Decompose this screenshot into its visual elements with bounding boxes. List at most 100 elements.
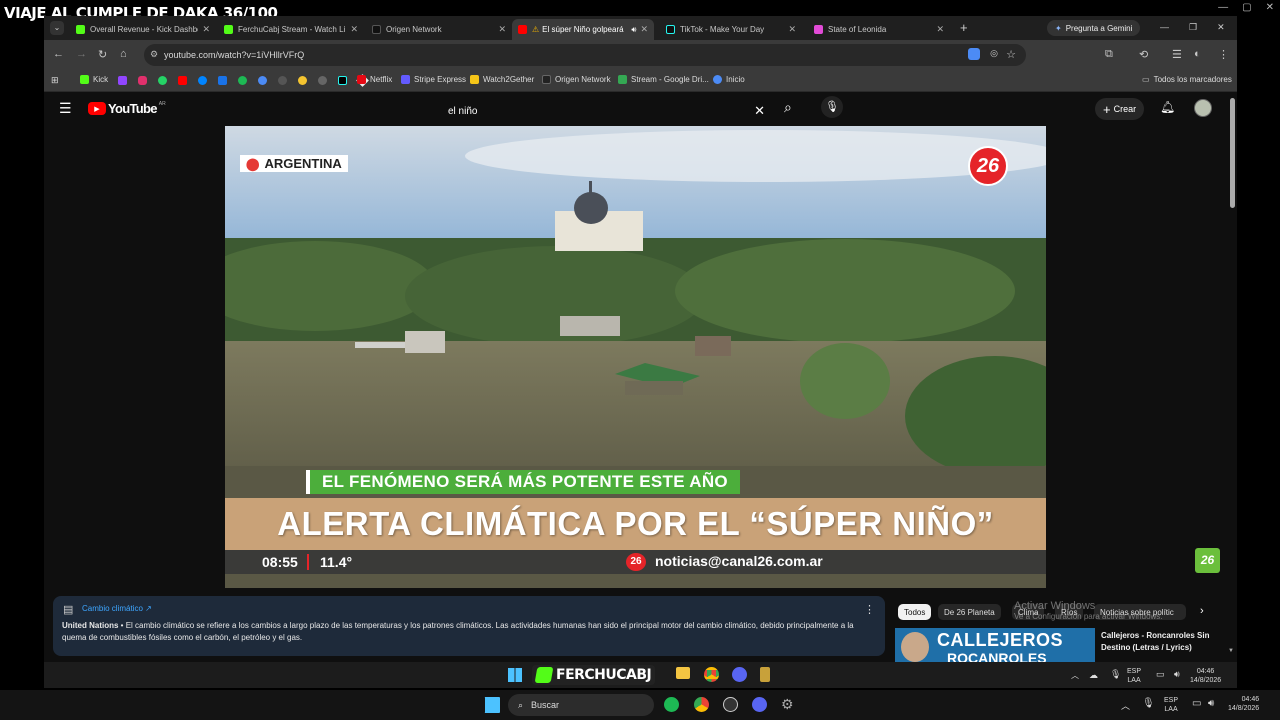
youtube-icon[interactable] bbox=[178, 76, 187, 85]
windows-start-icon[interactable] bbox=[508, 668, 522, 682]
inner-language-indicator[interactable]: ESP LAA bbox=[1127, 667, 1141, 685]
reload-icon[interactable]: ↻ bbox=[98, 48, 107, 61]
bookmark-netflix[interactable]: Netflix bbox=[357, 75, 392, 84]
taskbar-clock[interactable]: 04:46 14/8/2026 bbox=[1228, 695, 1259, 713]
minimize-icon[interactable]: — bbox=[1218, 2, 1228, 13]
inner-clock[interactable]: 04:46 14/8/2026 bbox=[1190, 667, 1221, 685]
mic-tray-icon[interactable]: 🎙︎ bbox=[1142, 698, 1155, 709]
close-tab-icon[interactable]: ✕ bbox=[788, 24, 796, 35]
spotify-icon[interactable] bbox=[238, 76, 247, 85]
tab-ferchucabj-stream[interactable]: FerchuCabj Stream - Watch Li ✕ bbox=[218, 19, 364, 40]
bookmark-stripe[interactable]: Stripe Express bbox=[401, 75, 466, 84]
microphone-icon[interactable]: 🎙︎ bbox=[821, 96, 843, 118]
bookmark-kick[interactable]: Kick bbox=[80, 75, 108, 84]
close-icon[interactable]: ✕ bbox=[1217, 22, 1225, 33]
info-link[interactable]: Cambio climático ↗ bbox=[82, 604, 152, 613]
close-tab-icon[interactable]: ✕ bbox=[350, 24, 358, 35]
apps-icon[interactable]: ⊞ bbox=[51, 75, 59, 86]
onedrive-icon[interactable]: ☁ bbox=[1089, 670, 1098, 681]
media-icon[interactable]: ☰ bbox=[1172, 48, 1182, 61]
page-scrollbar[interactable] bbox=[1230, 98, 1235, 208]
display-icon[interactable]: ▭ bbox=[1156, 669, 1165, 680]
tab-search-icon[interactable]: ⌄ bbox=[50, 21, 64, 35]
profile-icon[interactable]: ◐ bbox=[1194, 48, 1201, 60]
eye-slash-icon[interactable]: ◎ bbox=[990, 48, 998, 59]
all-bookmarks[interactable]: ▭ Todos los marcadores bbox=[1142, 75, 1232, 84]
avatar[interactable] bbox=[1194, 99, 1212, 117]
bookmark-star-icon[interactable]: ☆ bbox=[1006, 48, 1016, 61]
youtube-logo[interactable]: ▶ YouTube AR bbox=[88, 101, 166, 116]
tiktok-icon[interactable] bbox=[338, 76, 347, 85]
translate-icon[interactable] bbox=[968, 48, 980, 60]
tab-youtube-active[interactable]: ⚠ El súper Niño golpeará 🔊︎ ✕ bbox=[512, 19, 654, 40]
speaker-icon[interactable]: 🔊︎ bbox=[631, 25, 636, 35]
windows-start-icon[interactable] bbox=[484, 697, 500, 713]
hamburger-menu-icon[interactable]: ☰ bbox=[59, 100, 72, 117]
tray-chevron-icon[interactable]: ︿ bbox=[1071, 670, 1079, 681]
twitch-icon[interactable] bbox=[118, 76, 127, 85]
close-icon[interactable]: ✕ bbox=[1266, 2, 1274, 13]
create-button[interactable]: + Crear bbox=[1095, 98, 1145, 120]
minimize-icon[interactable]: — bbox=[1160, 22, 1169, 33]
app-icon[interactable] bbox=[760, 667, 770, 682]
discord-icon[interactable] bbox=[752, 697, 767, 712]
more-options-icon[interactable]: ⋮ bbox=[864, 603, 875, 616]
address-bar[interactable]: ⚙ youtube.com/watch?v=1iVHllrVFrQ ☆ ◎ bbox=[144, 44, 1026, 66]
instagram-icon[interactable] bbox=[138, 76, 147, 85]
volume-icon[interactable]: 🔊︎ bbox=[1174, 669, 1180, 680]
menu-icon[interactable]: ⋮ bbox=[1218, 48, 1229, 61]
tab-tiktok[interactable]: TikTok - Make Your Day ✕ bbox=[660, 19, 802, 40]
discord-icon[interactable] bbox=[732, 667, 747, 682]
chrome-icon[interactable] bbox=[704, 667, 719, 682]
home-icon[interactable]: ⌂ bbox=[120, 48, 127, 60]
search-icon[interactable]: ⌕ bbox=[784, 99, 792, 116]
forward-icon[interactable]: → bbox=[76, 48, 87, 60]
bookmark-inicio[interactable]: Inicio bbox=[713, 75, 745, 84]
chip-todos[interactable]: Todos bbox=[898, 604, 932, 620]
folder-icon[interactable] bbox=[676, 667, 690, 679]
clear-search-icon[interactable]: ✕ bbox=[754, 103, 765, 119]
whatsapp-icon[interactable] bbox=[158, 76, 167, 85]
compass-icon[interactable] bbox=[318, 76, 327, 85]
notifications-bell-icon[interactable]: 🔔︎ bbox=[1160, 100, 1175, 114]
chrome-icon[interactable] bbox=[694, 697, 709, 712]
cloud-icon[interactable] bbox=[298, 76, 307, 85]
language-indicator[interactable]: ESP LAA bbox=[1164, 696, 1178, 714]
volume-icon[interactable]: 🔊︎ bbox=[1208, 698, 1214, 709]
chips-next-icon[interactable]: › bbox=[1200, 605, 1204, 617]
video-player[interactable]: ⬤ ARGENTINA 26 EL FENÓMENO SERÁ MÁS POTE… bbox=[225, 126, 1046, 588]
close-tab-icon[interactable]: ✕ bbox=[202, 24, 210, 35]
obs-icon[interactable] bbox=[723, 697, 738, 712]
extensions-icon[interactable]: ⧉ bbox=[1105, 48, 1113, 61]
display-icon[interactable]: ▭ bbox=[1192, 698, 1201, 709]
spotify-icon[interactable] bbox=[664, 697, 679, 712]
messenger-icon[interactable] bbox=[198, 76, 207, 85]
restore-icon[interactable]: ❐ bbox=[1189, 22, 1197, 33]
chip-de-26-planeta[interactable]: De 26 Planeta bbox=[938, 604, 1001, 620]
maximize-icon[interactable]: ▢ bbox=[1242, 2, 1251, 13]
settings-gear-icon[interactable]: ⚙ bbox=[781, 696, 794, 713]
side-scrollbar[interactable]: ▼ bbox=[1228, 648, 1234, 654]
tray-chevron-icon[interactable]: ︿ bbox=[1121, 699, 1130, 712]
headphones-icon[interactable] bbox=[278, 76, 287, 85]
pen-icon[interactable] bbox=[218, 76, 227, 85]
recommended-video[interactable]: CALLEJEROS ROCANROLES Callejeros - Ronca… bbox=[895, 628, 1225, 662]
globe-icon[interactable] bbox=[258, 76, 267, 85]
gemini-button[interactable]: ✦ Pregunta a Gemini bbox=[1047, 20, 1141, 36]
tab-state-of-leonida[interactable]: State of Leonida ✕ bbox=[808, 19, 950, 40]
tab-origen-network[interactable]: Origen Network ✕ bbox=[366, 19, 512, 40]
taskbar-search[interactable]: ⌕ Buscar bbox=[508, 694, 654, 716]
mic-tray-icon[interactable]: 🎙︎ bbox=[1110, 669, 1121, 680]
new-tab-button[interactable]: + bbox=[960, 20, 968, 35]
bookmark-origen[interactable]: Origen Network bbox=[542, 75, 611, 84]
bookmark-google-drive[interactable]: Stream - Google Dri... bbox=[618, 75, 709, 84]
bookmark-watch2gether[interactable]: Watch2Gether bbox=[470, 75, 534, 84]
close-tab-icon[interactable]: ✕ bbox=[936, 24, 944, 35]
search-input[interactable]: el niño ✕ bbox=[440, 99, 775, 123]
close-tab-icon[interactable]: ✕ bbox=[498, 24, 506, 35]
tab-kick-dashboard[interactable]: Overall Revenue - Kick Dashbo ✕ bbox=[70, 19, 216, 40]
history-icon[interactable]: ⟲ bbox=[1139, 48, 1148, 61]
site-info-icon[interactable]: ⚙ bbox=[150, 49, 158, 60]
back-icon[interactable]: ← bbox=[53, 48, 64, 60]
close-tab-icon[interactable]: ✕ bbox=[640, 24, 648, 35]
